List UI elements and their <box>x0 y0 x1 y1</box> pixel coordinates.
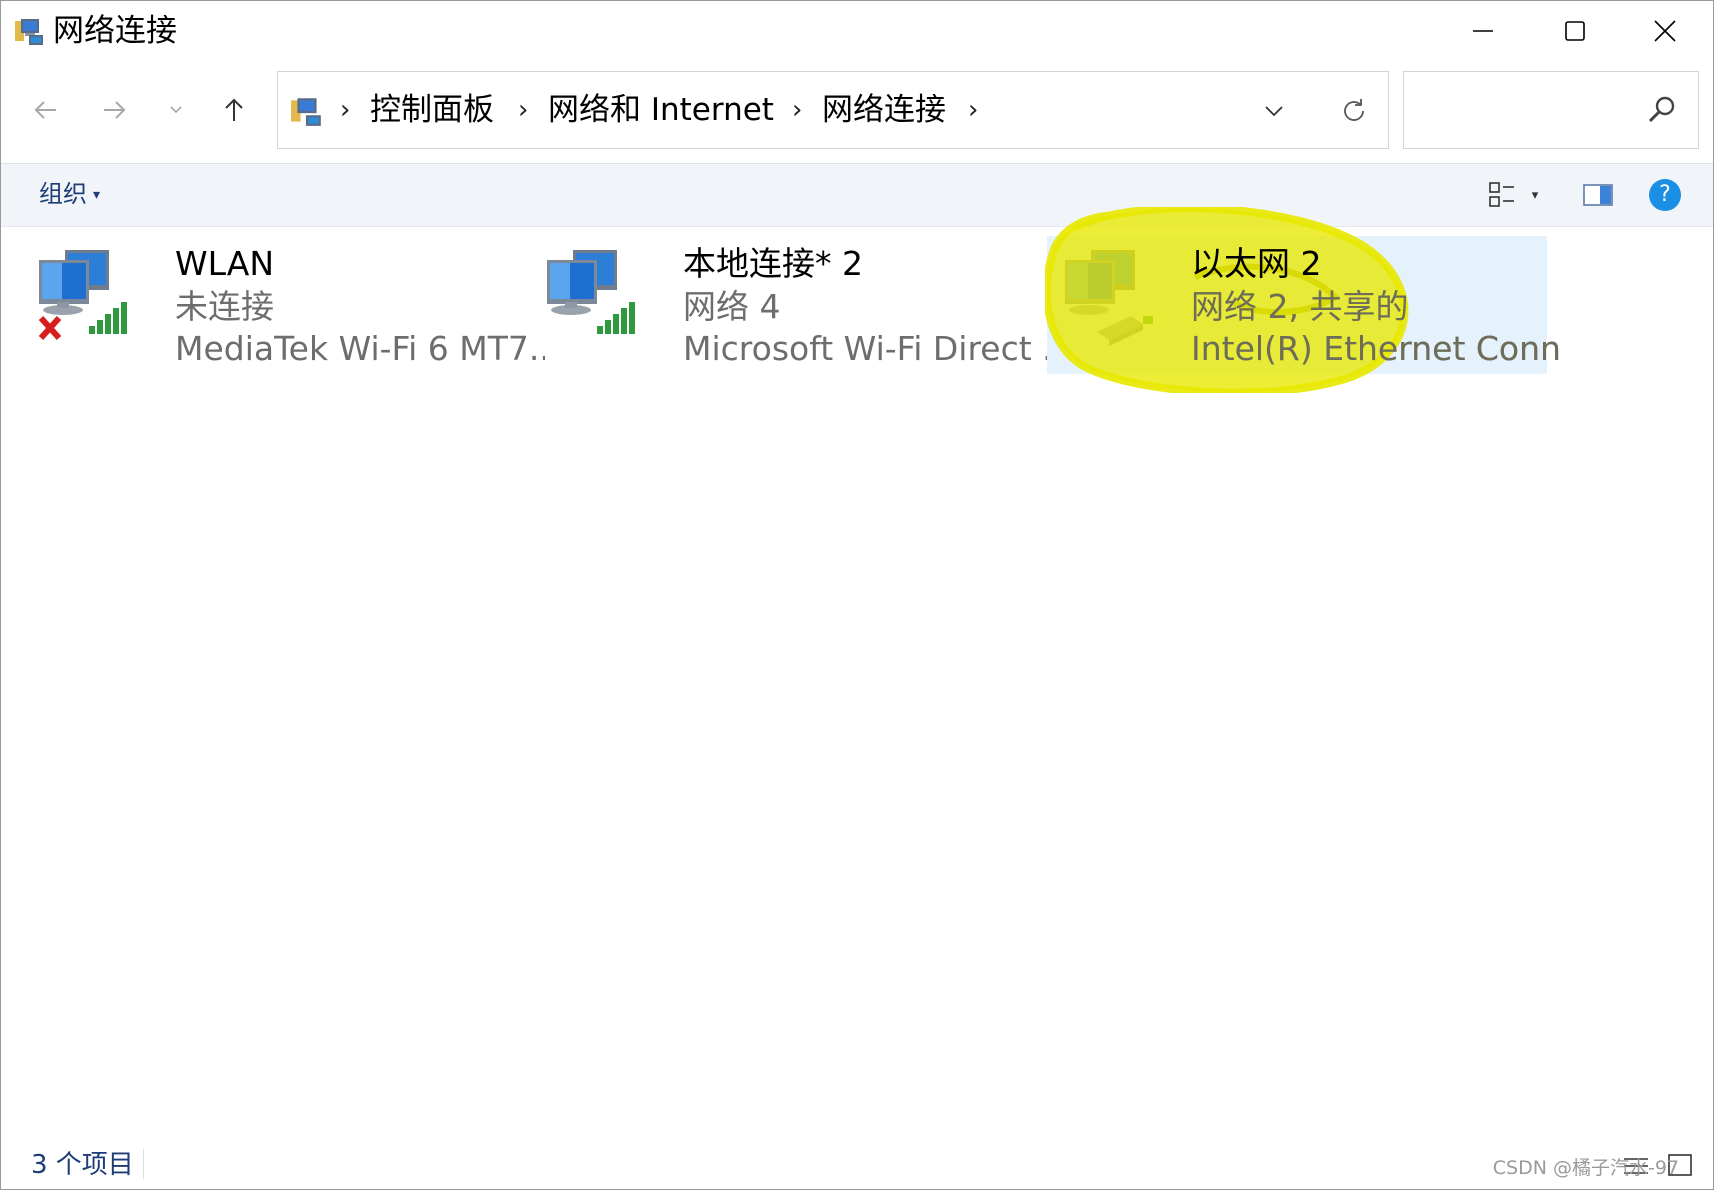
close-button[interactable] <box>1619 1 1711 61</box>
breadcrumb-control-panel[interactable]: 控制面板 <box>370 90 494 130</box>
change-view-button[interactable]: ▾ <box>1475 172 1551 218</box>
command-bar: 组织 ▾ ▾ ? <box>1 163 1713 227</box>
network-folder-icon <box>291 98 321 126</box>
title-bar: 网络连接 <box>1 1 1713 63</box>
watermark: CSDN @橘子汽水-97 <box>1492 1157 1679 1179</box>
connection-name: WLAN <box>175 244 275 283</box>
address-bar[interactable]: › 控制面板 › 网络和 Internet › 网络连接 › <box>277 71 1389 149</box>
network-connections-window: 网络连接 › 控制面板 › 网络和 Internet › 网络连接 › 组织 ▾… <box>0 0 1714 1190</box>
refresh-button[interactable] <box>1333 90 1375 132</box>
breadcrumb-separator: › <box>518 95 529 125</box>
maximize-button[interactable] <box>1529 1 1621 61</box>
recent-locations-button[interactable] <box>151 85 201 135</box>
caret-down-icon: ▾ <box>1531 187 1539 203</box>
chevron-down-icon <box>1265 106 1283 117</box>
wifi-direct-adapter-icon <box>547 250 635 334</box>
connection-status: 未连接 <box>175 287 274 326</box>
ethernet-device-overlay: Intel(R) Ethernet Conn... <box>1191 329 1561 368</box>
network-folder-icon <box>15 19 43 45</box>
item-count: 3 个项目 <box>31 1150 134 1180</box>
preview-pane-button[interactable] <box>1575 172 1621 218</box>
close-icon <box>1654 20 1676 42</box>
arrow-left-icon <box>34 101 56 119</box>
connection-name: 本地连接* 2 <box>683 244 863 283</box>
connection-device: MediaTek Wi-Fi 6 MT7... <box>175 329 545 368</box>
breadcrumb-separator: › <box>340 95 351 125</box>
address-history-button[interactable] <box>1253 90 1295 132</box>
connection-item-local-2[interactable]: 本地连接* 2 网络 4 Microsoft Wi-Fi Direct ... <box>539 236 1053 374</box>
view-options-icon <box>1488 182 1514 207</box>
search-icon <box>1648 96 1675 123</box>
arrow-up-icon <box>225 98 243 121</box>
search-box[interactable] <box>1403 71 1699 149</box>
ethernet-adapter-icon <box>1065 250 1153 346</box>
minimize-icon <box>1473 30 1493 32</box>
maximize-icon <box>1565 21 1585 41</box>
chevron-down-icon <box>170 106 182 114</box>
connection-status: 网络 4 <box>683 287 781 326</box>
caret-down-icon: ▾ <box>93 187 101 203</box>
connection-device: Microsoft Wi-Fi Direct ... <box>683 329 1053 368</box>
window-title: 网络连接 <box>53 13 177 49</box>
organize-menu-button[interactable]: 组织 ▾ <box>39 177 100 212</box>
preview-pane-icon <box>1583 184 1613 206</box>
status-divider <box>143 1149 144 1179</box>
help-button[interactable]: ? <box>1645 175 1685 215</box>
forward-button[interactable] <box>89 85 139 135</box>
breadcrumb-separator: › <box>968 95 979 125</box>
minimize-button[interactable] <box>1437 1 1529 61</box>
ethernet-status-overlay: 网络 2, 共享的 <box>1191 287 1409 326</box>
breadcrumb-network-connections[interactable]: 网络连接 <box>822 90 946 130</box>
back-button[interactable] <box>21 85 71 135</box>
organize-label: 组织 <box>39 180 87 208</box>
up-button[interactable] <box>209 85 259 135</box>
breadcrumb-separator: › <box>792 95 803 125</box>
breadcrumb-network-internet[interactable]: 网络和 Internet <box>548 90 774 130</box>
connection-item-wlan[interactable]: WLAN 未连接 MediaTek Wi-Fi 6 MT7... <box>31 236 545 374</box>
arrow-right-icon <box>104 101 126 119</box>
status-bar: 3 个项目 CSDN @橘子汽水-97 <box>1 1143 1713 1189</box>
wifi-adapter-disconnected-icon <box>38 250 127 341</box>
ethernet-name-overlay: 以太网 2 <box>1191 244 1322 283</box>
help-glyph: ? <box>1659 182 1671 207</box>
refresh-icon <box>1344 99 1364 121</box>
